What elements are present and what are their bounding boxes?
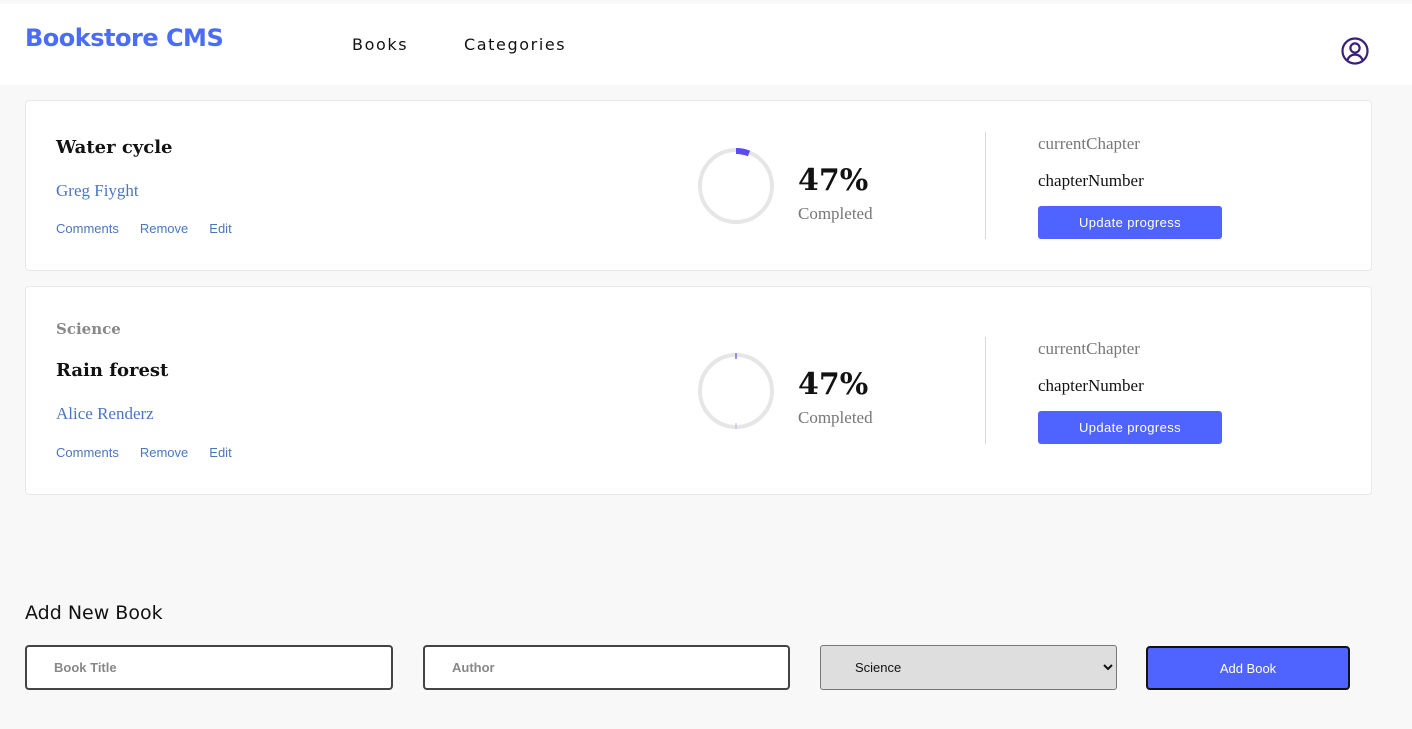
progress-ring-arc [735,147,751,157]
chapter-number: chapterNumber [1038,376,1144,395]
book-author[interactable]: Alice Renderz [56,404,154,424]
progress-ring-track [698,148,774,224]
progress-percent: 47% [798,163,869,198]
book-title: Rain forest [56,360,169,381]
book-card: Science Rain forest Alice Renderz Commen… [25,286,1372,495]
edit-button[interactable]: Edit [209,221,231,236]
card-divider [985,337,986,444]
app-header: Bookstore CMS Books Categories [0,4,1412,85]
comments-button[interactable]: Comments [56,445,119,460]
nav-link-books[interactable]: Books [352,35,408,54]
update-progress-button[interactable]: Update progress [1038,411,1222,444]
book-actions: Comments Remove Edit [56,221,253,236]
remove-button[interactable]: Remove [140,221,188,236]
chapter-number: chapterNumber [1038,171,1144,190]
progress-ring [698,353,774,429]
app-logo[interactable]: Bookstore CMS [25,24,224,52]
current-chapter-label: currentChapter [1038,339,1140,358]
update-progress-button[interactable]: Update progress [1038,206,1222,239]
progress-ring-track [698,353,774,429]
remove-button[interactable]: Remove [140,445,188,460]
book-title-input[interactable] [25,645,393,690]
user-circle-icon [1341,37,1369,65]
completed-label: Completed [798,204,873,223]
completed-label: Completed [798,408,873,427]
nav-link-categories[interactable]: Categories [464,35,566,54]
book-author[interactable]: Greg Fiyght [56,181,139,201]
edit-button[interactable]: Edit [209,445,231,460]
book-category: Science [56,320,121,338]
category-select[interactable]: Science [820,645,1117,690]
book-card: Water cycle Greg Fiyght Comments Remove … [25,100,1372,271]
book-actions: Comments Remove Edit [56,445,253,460]
progress-ring [698,147,774,224]
add-book-heading: Add New Book [25,602,163,624]
author-input[interactable] [423,645,790,690]
book-title: Water cycle [56,137,173,158]
user-profile-button[interactable] [1339,35,1371,67]
current-chapter-label: currentChapter [1038,134,1140,153]
card-divider [985,132,986,239]
comments-button[interactable]: Comments [56,221,119,236]
progress-percent: 47% [798,367,869,402]
add-book-button[interactable]: Add Book [1146,646,1350,690]
